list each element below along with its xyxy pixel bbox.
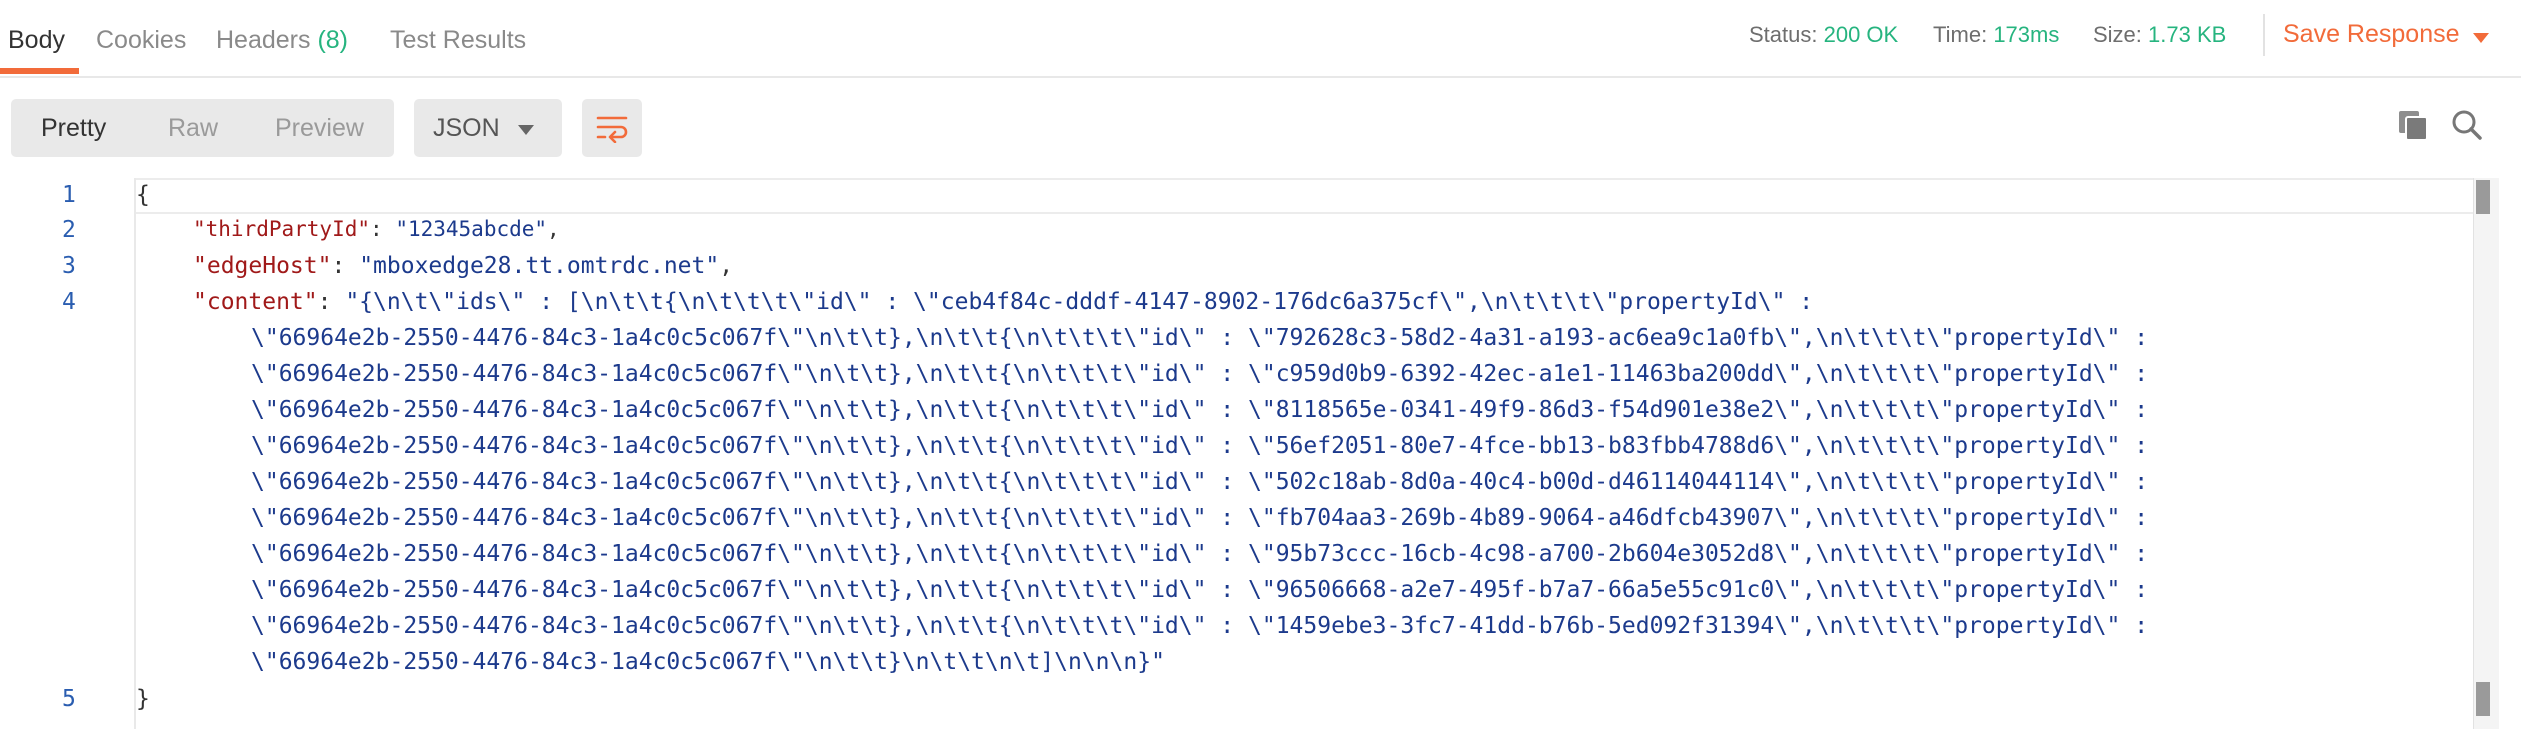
preview-button[interactable]: Preview — [275, 114, 364, 143]
active-tab-indicator — [0, 68, 79, 74]
time-label: Time: — [1933, 22, 1988, 47]
chevron-down-icon — [518, 125, 534, 135]
json-string-value: "12345abcde" — [395, 217, 548, 241]
json-string-value: "{\n\t\"ids\" : [\n\t\t{\n\t\t\t\"id\" :… — [345, 289, 1814, 315]
json-wrapped-line: \"66964e2b-2550-4476-84c3-1a4c0c5c067f\"… — [251, 577, 2149, 603]
format-select[interactable]: JSON — [414, 99, 562, 157]
gutter-divider — [134, 178, 136, 729]
time-value: 173ms — [1993, 22, 2060, 47]
json-key: "thirdPartyId" — [193, 217, 371, 241]
line-number: 1 — [62, 182, 76, 208]
format-select-value: JSON — [433, 114, 500, 142]
json-wrapped-line: \"66964e2b-2550-4476-84c3-1a4c0c5c067f\"… — [251, 361, 2149, 387]
wrap-lines-icon — [596, 116, 628, 143]
response-body-editor[interactable]: 1 2 3 4 5 { "thirdPartyId": "12345abcde"… — [0, 178, 2521, 729]
line-number: 5 — [62, 686, 76, 712]
time-readout: Time: 173ms — [1933, 22, 2059, 48]
json-wrapped-line: \"66964e2b-2550-4476-84c3-1a4c0c5c067f\"… — [251, 325, 2149, 351]
toolbar-divider — [2263, 14, 2265, 56]
json-key: "edgeHost" — [193, 253, 332, 279]
vertical-scrollbar[interactable] — [2473, 178, 2499, 729]
tab-cookies[interactable]: Cookies — [96, 26, 186, 55]
size-label: Size: — [2093, 22, 2142, 47]
pretty-button[interactable]: Pretty — [41, 114, 106, 143]
status-readout: Status: 200 OK — [1749, 22, 1898, 48]
json-close-brace: } — [136, 686, 150, 712]
json-string-value: "mboxedge28.tt.omtrdc.net" — [359, 253, 720, 279]
json-open-brace: { — [136, 182, 150, 208]
json-wrapped-line: \"66964e2b-2550-4476-84c3-1a4c0c5c067f\"… — [251, 541, 2149, 567]
size-readout: Size: 1.73 KB — [2093, 22, 2226, 48]
search-icon[interactable] — [2450, 108, 2484, 142]
tab-headers[interactable]: Headers (8) — [216, 26, 348, 55]
view-mode-segmented-control: Pretty Raw Preview — [11, 99, 394, 157]
raw-button[interactable]: Raw — [168, 114, 218, 143]
response-tab-bar: Body Cookies Headers (8) Test Results St… — [0, 0, 2521, 78]
line-number: 3 — [62, 253, 76, 279]
status-label: Status: — [1749, 22, 1818, 47]
size-value: 1.73 KB — [2148, 22, 2227, 47]
tab-test-results[interactable]: Test Results — [390, 26, 526, 55]
save-response-button[interactable]: Save Response — [2283, 20, 2460, 49]
line-number: 4 — [62, 289, 76, 315]
active-line-highlight — [136, 178, 2473, 214]
json-key: "content" — [193, 289, 318, 315]
json-wrapped-line: \"66964e2b-2550-4476-84c3-1a4c0c5c067f\"… — [251, 469, 2149, 495]
json-line-content: "content": "{\n\t\"ids\" : [\n\t\t{\n\t\… — [193, 289, 1814, 315]
line-number: 2 — [62, 217, 76, 243]
json-line-edge-host: "edgeHost": "mboxedge28.tt.omtrdc.net", — [193, 253, 734, 279]
json-wrapped-line: \"66964e2b-2550-4476-84c3-1a4c0c5c067f\"… — [251, 505, 2149, 531]
status-value: 200 OK — [1823, 22, 1899, 47]
json-wrapped-line: \"66964e2b-2550-4476-84c3-1a4c0c5c067f\"… — [251, 433, 2149, 459]
json-wrapped-line: \"66964e2b-2550-4476-84c3-1a4c0c5c067f\"… — [251, 649, 1165, 675]
scrollbar-marker — [2476, 180, 2490, 214]
tab-body[interactable]: Body — [8, 26, 65, 55]
json-line-third-party-id: "thirdPartyId": "12345abcde", — [193, 217, 560, 241]
scrollbar-marker — [2476, 682, 2490, 716]
json-wrapped-line: \"66964e2b-2550-4476-84c3-1a4c0c5c067f\"… — [251, 613, 2149, 639]
headers-count-badge: (8) — [317, 26, 349, 54]
wrap-lines-button[interactable] — [582, 99, 642, 157]
json-wrapped-line: \"66964e2b-2550-4476-84c3-1a4c0c5c067f\"… — [251, 397, 2149, 423]
save-response-dropdown-icon[interactable] — [2473, 33, 2489, 43]
copy-icon[interactable] — [2395, 108, 2431, 142]
tab-headers-label: Headers — [216, 26, 311, 54]
